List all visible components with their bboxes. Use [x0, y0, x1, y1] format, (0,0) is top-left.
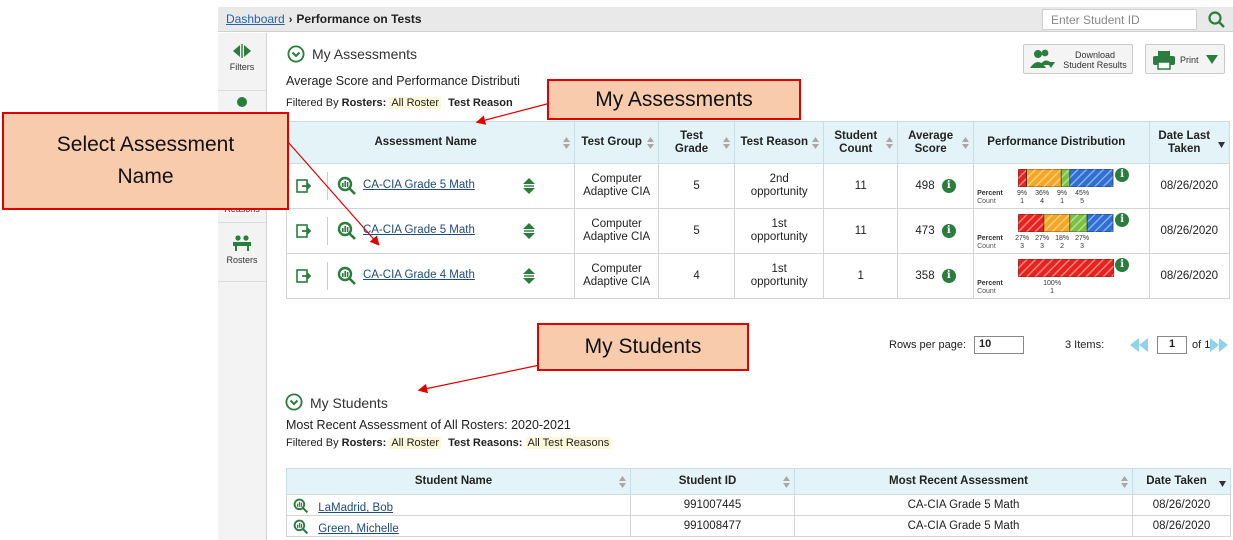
select-arrow: [287, 141, 380, 246]
callout-my-students: My Students: [537, 323, 749, 371]
callout-select-assessment: Select Assessment Name: [2, 112, 289, 210]
students-arrow: [417, 364, 541, 394]
app-window: Dashboard › Performance on Tests Enter Stu…: [0, 0, 1233, 540]
callout-my-assessments: My Assessments: [547, 79, 801, 120]
